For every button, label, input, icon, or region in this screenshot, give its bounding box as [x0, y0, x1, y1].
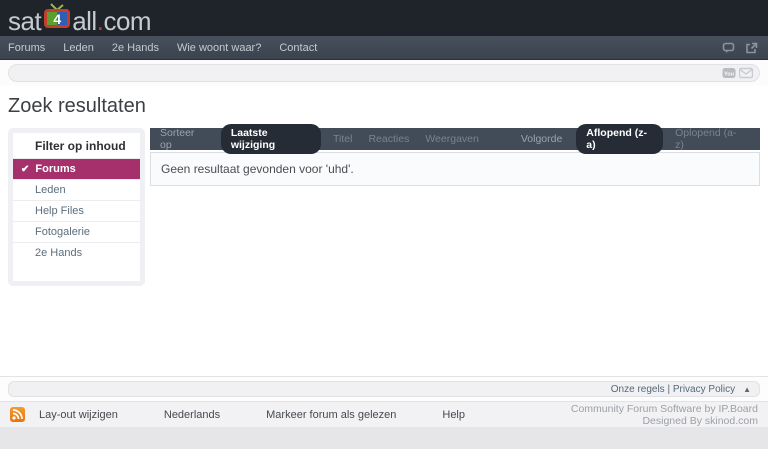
- filter-list: ✔ Forums Leden Help Files Fotogalerie 2e …: [13, 158, 140, 263]
- sidebar-item-label: Forums: [35, 163, 76, 175]
- logo-text-mid: all: [72, 5, 97, 36]
- no-results-message: Geen resultaat gevonden voor 'uhd'.: [150, 152, 760, 186]
- svg-text:You: You: [724, 72, 734, 78]
- sort-option-laatste-wijziging[interactable]: Laatste wijziging: [220, 124, 322, 154]
- nav-item-leden[interactable]: Leden: [54, 36, 103, 59]
- site-logo[interactable]: sat 4 all. com: [8, 2, 152, 36]
- credits-line-1: Community Forum Software by IP.Board: [570, 403, 758, 415]
- order-label: Volgorde: [520, 133, 563, 145]
- nav-item-2e-hands[interactable]: 2e Hands: [103, 36, 168, 59]
- sort-bar: Sorteer op Laatste wijziging Titel React…: [150, 124, 760, 154]
- sort-by-label: Sorteer op: [160, 127, 195, 151]
- footer-link-language[interactable]: Nederlands: [164, 409, 220, 421]
- bottom-strip: Onze regels | Privacy Policy ▲: [0, 376, 768, 401]
- page-title: Zoek resultaten: [8, 95, 146, 117]
- mail-icon[interactable]: [739, 67, 753, 79]
- filter-title: Filter op inhoud: [35, 139, 126, 153]
- rss-icon[interactable]: [10, 407, 25, 422]
- sort-option-titel[interactable]: Titel: [333, 133, 352, 145]
- chat-icon[interactable]: [722, 42, 735, 54]
- primary-nav: Forums Leden 2e Hands Wie woont waar? Co…: [0, 36, 768, 60]
- svg-text:4: 4: [54, 11, 62, 27]
- youtube-icon[interactable]: You: [722, 67, 736, 79]
- content-area: Filter op inhoud ✔ Forums Leden Help File…: [0, 124, 768, 376]
- order-option-oplopend[interactable]: Oplopend (a-z): [675, 127, 742, 151]
- filter-box: Filter op inhoud ✔ Forums Leden Help File…: [13, 133, 140, 281]
- sidebar-item-fotogalerie[interactable]: Fotogalerie: [13, 221, 140, 242]
- footer-link-mark-read[interactable]: Markeer forum als gelezen: [266, 409, 396, 421]
- sidebar-item-leden[interactable]: Leden: [13, 179, 140, 200]
- back-to-top-icon[interactable]: ▲: [743, 385, 751, 394]
- branding-header: sat 4 all. com: [0, 0, 768, 37]
- rules-privacy-link[interactable]: Onze regels | Privacy Policy: [611, 384, 735, 395]
- secondary-bar: You: [8, 64, 760, 82]
- sidebar-item-forums[interactable]: ✔ Forums: [13, 158, 140, 179]
- footer-links: Lay-out wijzigen Nederlands Markeer foru…: [10, 407, 511, 422]
- credits-line-2: Designed By skinod.com: [642, 415, 758, 427]
- check-icon: ✔: [21, 164, 30, 175]
- bottom-bar: Onze regels | Privacy Policy ▲: [8, 381, 760, 397]
- sidebar-item-2e-hands[interactable]: 2e Hands: [13, 242, 140, 263]
- footer-credits: Community Forum Software by IP.Board Des…: [571, 402, 758, 427]
- logo-text-suffix: com: [103, 5, 152, 36]
- footer-link-help[interactable]: Help: [442, 409, 465, 421]
- results-main: Sorteer op Laatste wijziging Titel React…: [150, 124, 760, 186]
- footer-link-layout[interactable]: Lay-out wijzigen: [39, 409, 118, 421]
- tv-logo-icon: 4: [43, 2, 71, 34]
- page: sat 4 all. com Forums Leden 2e Hands Wie …: [0, 0, 768, 427]
- sidebar-item-help-files[interactable]: Help Files: [13, 200, 140, 221]
- logo-dot: .: [96, 5, 104, 36]
- external-link-icon[interactable]: [745, 42, 758, 54]
- secondary-strip: You: [0, 60, 768, 86]
- sort-option-weergaven[interactable]: Weergaven: [425, 133, 479, 145]
- filter-sidebar: Filter op inhoud ✔ Forums Leden Help File…: [8, 128, 145, 286]
- nav-icon-group: [722, 42, 758, 54]
- sort-option-reacties[interactable]: Reacties: [368, 133, 409, 145]
- order-option-aflopend[interactable]: Aflopend (z-a): [576, 124, 664, 154]
- nav-item-wie-woont-waar[interactable]: Wie woont waar?: [168, 36, 270, 59]
- nav-item-contact[interactable]: Contact: [270, 36, 326, 59]
- logo-text-pre: sat: [8, 5, 42, 36]
- nav-item-forums[interactable]: Forums: [0, 36, 54, 59]
- footer: Lay-out wijzigen Nederlands Markeer foru…: [0, 401, 768, 427]
- nav-menu: Forums Leden 2e Hands Wie woont waar? Co…: [0, 36, 326, 59]
